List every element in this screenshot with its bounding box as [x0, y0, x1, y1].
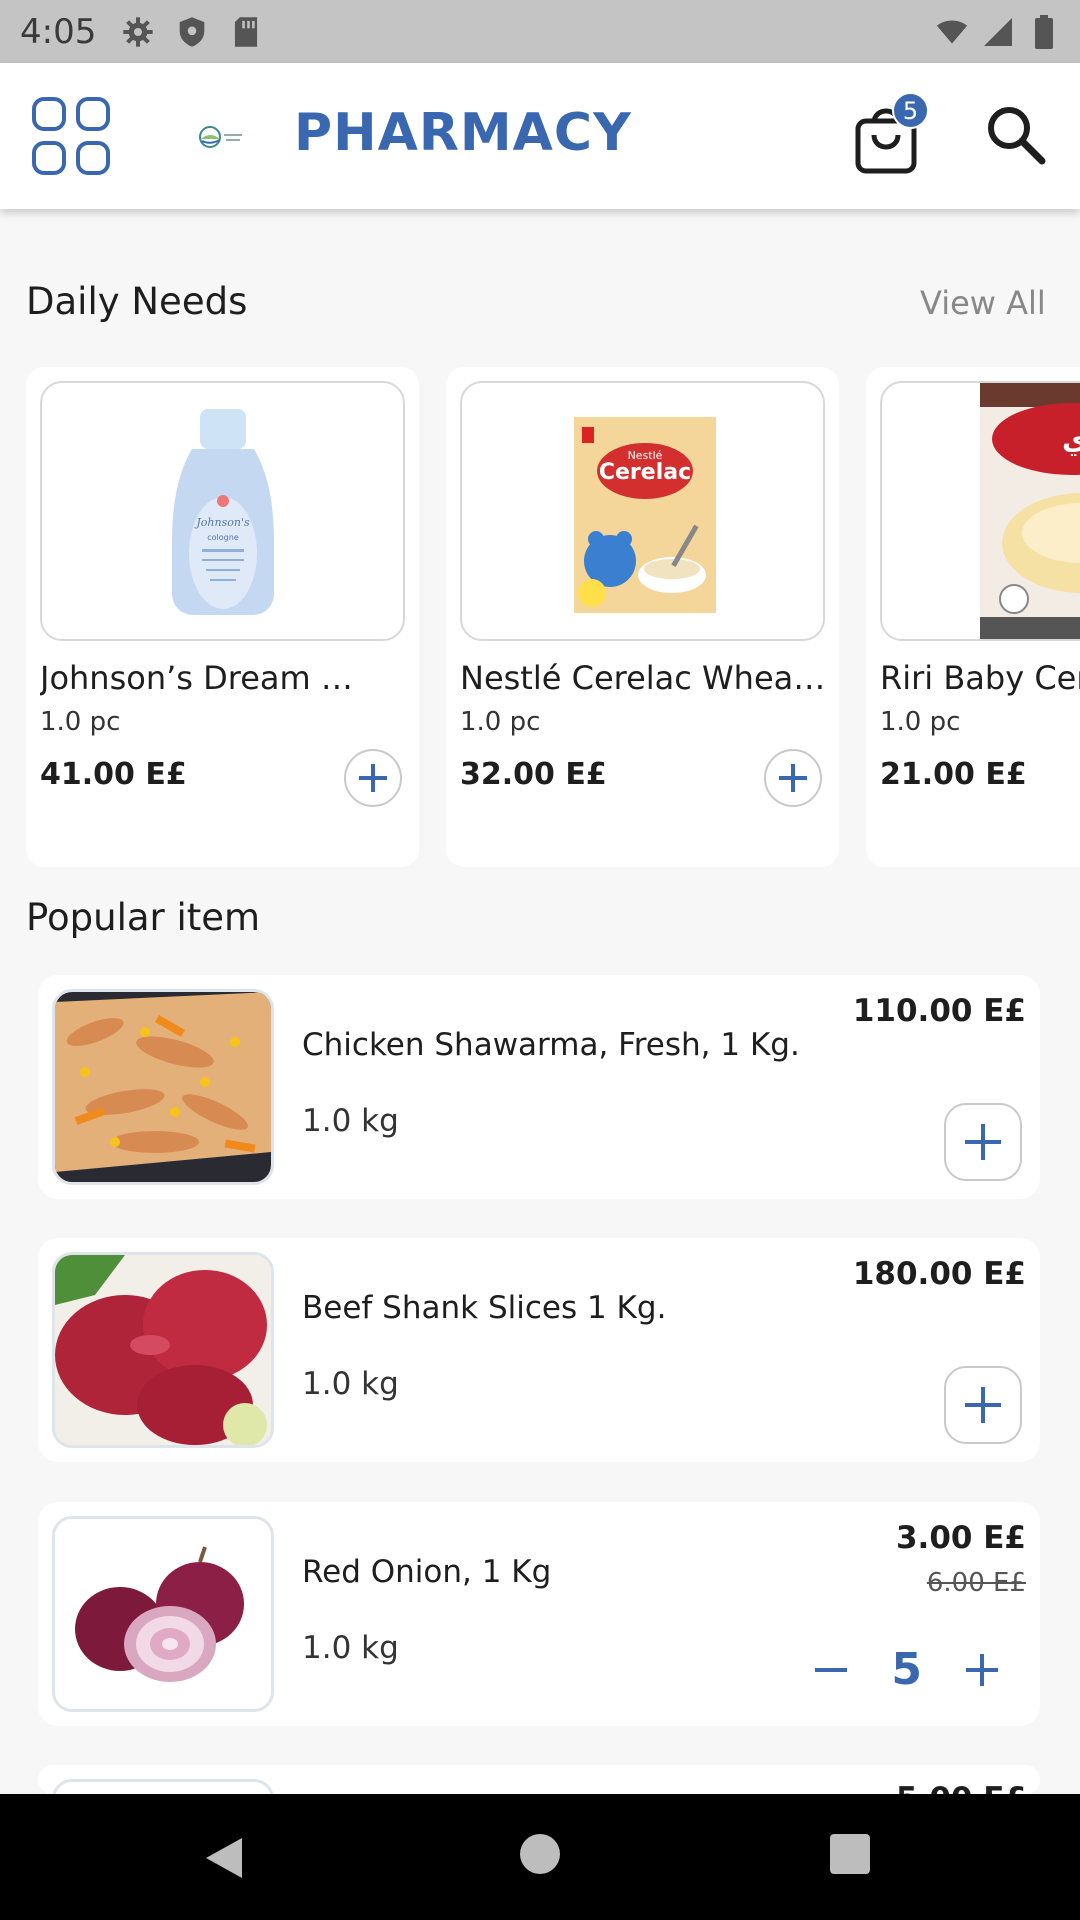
daily-needs-title: Daily Needs [26, 280, 248, 323]
settings-icon [122, 16, 154, 48]
menu-grid-button[interactable] [32, 97, 114, 179]
popular-item-title: Popular item [26, 896, 261, 939]
product-image-chicken-shawarma [52, 989, 274, 1185]
svg-text:Johnson's: Johnson's [194, 516, 250, 529]
quantity-count: 5 [891, 1644, 922, 1695]
product-price: 21.00 E£ [880, 757, 1027, 792]
list-item[interactable]: 5.00 E£ [38, 1765, 1040, 1794]
add-to-cart-button[interactable] [944, 1366, 1022, 1444]
plus-icon [966, 1653, 998, 1686]
product-price: 41.00 E£ [40, 757, 187, 792]
view-all-link[interactable]: View All [920, 284, 1046, 322]
status-bar: 4:05 [0, 0, 1080, 63]
cart-count-badge: 5 [892, 92, 929, 129]
product-qty: 1.0 kg [302, 1630, 399, 1666]
grid-cell-icon [32, 97, 66, 131]
store-logo [198, 123, 244, 151]
list-item[interactable]: Red Onion, 1 Kg 1.0 kg 3.00 E£ 6.00 E£ 5 [38, 1502, 1040, 1726]
daily-needs-carousel[interactable]: Johnson's cologne Johnson’s Dream … 1.0 … [0, 367, 1080, 867]
list-item[interactable]: Chicken Shawarma, Fresh, 1 Kg. 1.0 kg 11… [38, 975, 1040, 1199]
product-name: Beef Shank Slices 1 Kg. [302, 1290, 667, 1326]
quantity-stepper: 5 [811, 1644, 1002, 1695]
product-qty: 1.0 kg [302, 1103, 399, 1139]
wifi-icon [936, 16, 968, 48]
product-price: 5.00 E£ [896, 1781, 1026, 1794]
recent-apps-button[interactable] [830, 1834, 870, 1874]
search-button[interactable] [984, 103, 1048, 167]
product-image-cerelac: Nestlé Cerelac [460, 381, 825, 641]
minus-icon [815, 1667, 848, 1672]
product-image-red-onion [52, 1516, 274, 1712]
product-name: Chicken Shawarma, Fresh, 1 Kg. [302, 1027, 800, 1063]
back-button[interactable] [204, 1836, 244, 1884]
svg-text:Cerelac: Cerelac [599, 460, 691, 485]
plus-icon [965, 1387, 1001, 1423]
product-name: Riri Baby Cer [880, 659, 1080, 697]
decrease-quantity-button[interactable] [811, 1650, 851, 1690]
product-image-johnsons: Johnson's cologne [40, 381, 405, 641]
svg-text:ري: ري [1062, 423, 1080, 456]
back-triangle-icon [206, 1838, 242, 1878]
product-name: Johnson’s Dream … [40, 659, 353, 697]
home-button[interactable] [520, 1834, 560, 1874]
product-qty: 1.0 kg [302, 1366, 399, 1402]
grid-cell-icon [32, 141, 66, 175]
product-name: Nestlé Cerelac Wheat… [460, 659, 830, 697]
list-item[interactable]: Beef Shank Slices 1 Kg. 1.0 kg 180.00 E£ [38, 1238, 1040, 1462]
product-old-price: 6.00 E£ [926, 1568, 1026, 1598]
grid-cell-icon [76, 97, 110, 131]
shield-icon [176, 16, 208, 48]
product-price: 110.00 E£ [852, 993, 1026, 1029]
product-price: 32.00 E£ [460, 757, 607, 792]
product-name: Red Onion, 1 Kg [302, 1554, 552, 1590]
product-qty: 1.0 pc [460, 707, 541, 737]
plus-icon [779, 764, 807, 792]
system-navigation-bar [0, 1794, 1080, 1920]
plus-icon [359, 764, 387, 792]
grid-cell-icon [76, 141, 110, 175]
app-bar: PHARMACY 5 [0, 63, 1080, 209]
product-card[interactable]: Nestlé Cerelac Nestlé Cerelac Wheat… 1.0… [446, 367, 839, 867]
plus-icon [965, 1124, 1001, 1160]
signal-icon [982, 16, 1014, 48]
sd-card-icon [230, 16, 262, 48]
add-to-cart-button[interactable] [944, 1103, 1022, 1181]
svg-text:cologne: cologne [207, 533, 239, 542]
product-price: 3.00 E£ [895, 1520, 1026, 1556]
product-qty: 1.0 pc [40, 707, 121, 737]
product-price: 180.00 E£ [852, 1256, 1026, 1292]
product-card[interactable]: ري Riri Baby Cer 1.0 pc 21.00 E£ [866, 367, 1080, 867]
product-image-beef-shank [52, 1252, 274, 1448]
status-time: 4:05 [20, 11, 97, 52]
page-title: PHARMACY [294, 103, 632, 163]
product-card[interactable]: Johnson's cologne Johnson’s Dream … 1.0 … [26, 367, 419, 867]
search-icon [988, 107, 1046, 165]
increase-quantity-button[interactable] [962, 1650, 1002, 1690]
product-qty: 1.0 pc [880, 707, 961, 737]
add-to-cart-button[interactable] [764, 749, 822, 807]
product-image-riri: ري [880, 381, 1080, 641]
add-to-cart-button[interactable] [344, 749, 402, 807]
battery-icon [1028, 14, 1060, 49]
product-image [52, 1779, 274, 1794]
